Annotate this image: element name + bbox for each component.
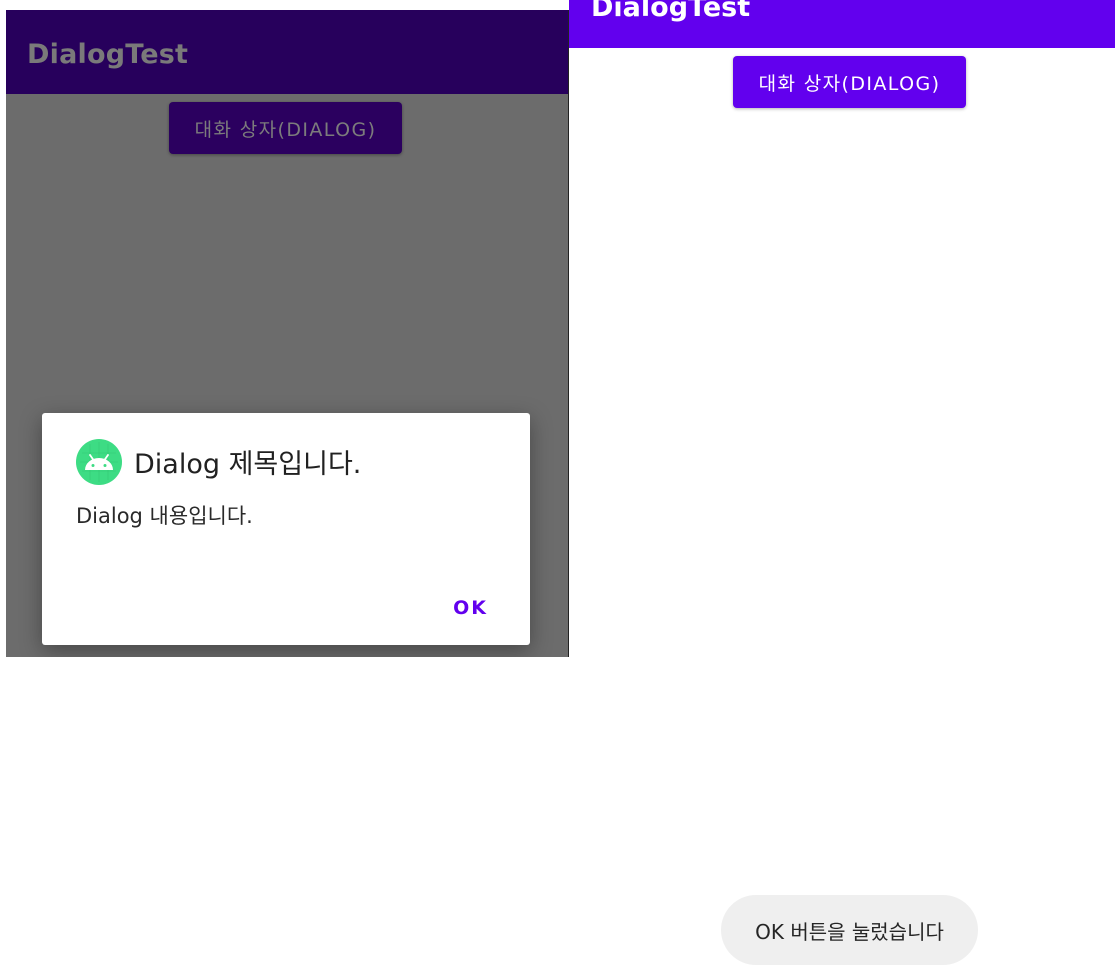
left-screen-dialog-open: DialogTest 대화 상자(DIALOG) Dialog 제목입니다. D…	[6, 10, 569, 657]
alert-dialog: Dialog 제목입니다. Dialog 내용입니다. OK	[42, 413, 530, 645]
app-bar: DialogTest	[6, 10, 568, 94]
app-title: DialogTest	[591, 0, 751, 23]
dialog-title: Dialog 제목입니다.	[134, 449, 362, 480]
toast-message: OK 버튼을 눌렀습니다	[721, 895, 978, 965]
app-title: DialogTest	[27, 39, 189, 70]
ok-button[interactable]: OK	[447, 593, 494, 623]
screenshot-canvas: DialogTest 대화 상자(DIALOG) Dialog 제목입니다. D…	[0, 0, 1115, 976]
dialog-message: Dialog 내용입니다.	[76, 504, 253, 528]
dialog-button[interactable]: 대화 상자(DIALOG)	[733, 56, 966, 108]
app-bar: DialogTest	[569, 0, 1115, 48]
android-icon	[76, 439, 122, 485]
dialog-button[interactable]: 대화 상자(DIALOG)	[169, 102, 402, 154]
